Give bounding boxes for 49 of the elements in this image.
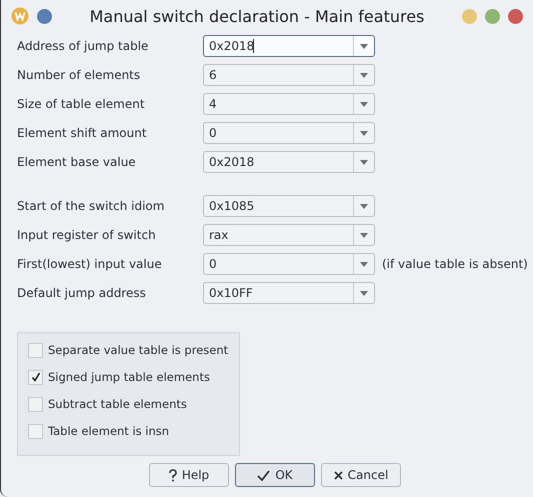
dropdown-arrow-icon — [360, 160, 368, 164]
checkbox-label: Separate value table is present — [48, 343, 228, 357]
ok-button[interactable]: OK — [235, 463, 315, 487]
field-label: Element base value — [17, 155, 137, 169]
dropdown-arrow-icon — [360, 72, 368, 78]
close-icon — [334, 470, 343, 480]
field-label: Default jump address — [17, 286, 147, 300]
checkbox-label: Subtract table elements — [48, 397, 187, 411]
checkbox[interactable] — [28, 370, 43, 384]
window-title: Manual switch declaration - Main features — [88, 6, 426, 26]
dropdown-arrow-icon — [360, 232, 368, 238]
field-label: Size of table element — [17, 97, 146, 111]
combo-box[interactable]: 0 — [203, 253, 375, 275]
combo-box[interactable]: 6 — [203, 64, 375, 86]
minimize-button[interactable] — [462, 8, 477, 24]
field-label: Start of the switch idiom — [17, 199, 166, 213]
combo-box[interactable]: rax — [203, 224, 375, 246]
combo-box[interactable]: 0 — [203, 122, 375, 144]
dropdown-arrow-icon — [360, 44, 368, 48]
combo-box[interactable]: 0x10FF — [203, 282, 375, 304]
dropdown-arrow-icon — [360, 102, 368, 106]
dropdown-arrow-icon — [360, 204, 368, 208]
field-label: Input register of switch — [17, 228, 157, 242]
cancel-button[interactable]: Cancel — [321, 463, 401, 487]
field-label: Number of elements — [17, 68, 142, 82]
combo-box[interactable]: 0x2018 — [203, 151, 375, 173]
combo-box[interactable]: 0x2018 — [203, 35, 375, 57]
checkbox[interactable] — [28, 396, 43, 412]
combo-box[interactable]: 0x1085 — [203, 195, 375, 217]
checkmark-icon — [30, 372, 40, 382]
dropdown-arrow-icon — [360, 130, 368, 136]
checkbox[interactable] — [28, 424, 43, 438]
field-label: Element shift amount — [17, 126, 148, 140]
close-button[interactable] — [508, 8, 523, 24]
checkmark-icon — [257, 470, 270, 480]
help-button[interactable]: Help — [149, 463, 229, 487]
hint-text: (if value table is absent) — [382, 257, 528, 271]
field-label: Address of jump table — [17, 39, 150, 53]
pin-button[interactable] — [37, 8, 52, 24]
combo-box[interactable]: 4 — [203, 93, 375, 115]
app-logo-icon — [11, 7, 29, 25]
field-label: First(lowest) input value — [17, 257, 163, 271]
dropdown-arrow-icon — [360, 262, 368, 266]
maximize-button[interactable] — [485, 8, 500, 24]
help-icon — [168, 468, 177, 482]
checkbox[interactable] — [28, 342, 43, 358]
dropdown-arrow-icon — [360, 290, 368, 296]
checkbox-label: Table element is insn — [48, 424, 170, 438]
checkbox-label: Signed jump table elements — [48, 370, 210, 384]
